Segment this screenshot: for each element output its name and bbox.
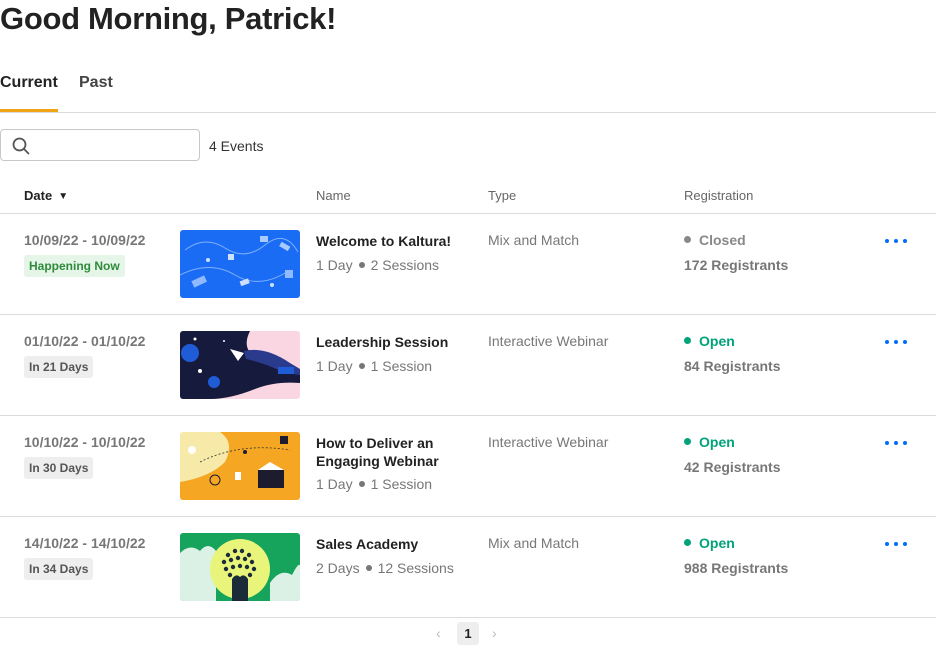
- registration-status-label: Open: [699, 434, 735, 450]
- event-meta: 2 Days 12 Sessions: [316, 560, 454, 576]
- search-box[interactable]: [0, 129, 200, 161]
- registrant-count: 988 Registrants: [684, 560, 789, 576]
- event-name[interactable]: Leadership Session: [316, 333, 476, 351]
- status-dot-icon: [684, 438, 691, 445]
- event-type: Mix and Match: [488, 535, 580, 551]
- event-thumbnail[interactable]: [180, 331, 300, 399]
- page-number-button[interactable]: 1: [457, 622, 479, 645]
- event-duration: 1 Day: [316, 358, 353, 374]
- page-title: Good Morning, Patrick!: [0, 1, 337, 36]
- status-dot-icon: [684, 236, 691, 243]
- search-input[interactable]: [37, 134, 192, 156]
- column-header-date-label: Date: [24, 188, 53, 203]
- column-header-registration: Registration: [684, 188, 754, 203]
- bullet-separator: [358, 262, 365, 268]
- event-date-range: 01/10/22 - 01/10/22: [24, 333, 146, 349]
- status-badge: In 30 Days: [24, 457, 94, 479]
- status-dot-icon: [684, 539, 691, 546]
- chevron-down-icon: ▼: [58, 191, 69, 202]
- table-row[interactable]: 10/10/22 - 10/10/22 In 30 Days How to De…: [0, 416, 936, 517]
- chevron-left-icon[interactable]: ‹: [436, 625, 441, 641]
- table-row[interactable]: 10/09/22 - 10/09/22 Happening Now Welcom…: [0, 214, 936, 315]
- event-sessions: 1 Session: [370, 358, 433, 374]
- event-thumbnail[interactable]: [180, 533, 300, 601]
- status-badge: In 34 Days: [24, 558, 94, 580]
- event-thumbnail[interactable]: [180, 230, 300, 298]
- event-duration: 2 Days: [316, 560, 360, 576]
- registration-status-label: Open: [699, 535, 735, 551]
- event-sessions: 12 Sessions: [377, 560, 454, 576]
- event-name[interactable]: Sales Academy: [316, 535, 476, 553]
- event-sessions: 1 Session: [370, 476, 433, 492]
- column-header-type: Type: [488, 188, 517, 203]
- event-duration: 1 Day: [316, 257, 353, 273]
- status-badge: In 21 Days: [24, 356, 94, 378]
- registration-status: Open: [684, 535, 735, 551]
- status-dot-icon: [684, 337, 691, 344]
- event-date-range: 10/09/22 - 10/09/22: [24, 232, 146, 248]
- registrant-count: 84 Registrants: [684, 358, 781, 374]
- tab-current[interactable]: Current: [0, 72, 58, 112]
- event-name[interactable]: Welcome to Kaltura!: [316, 232, 476, 250]
- pagination: ‹ 1 ›: [0, 622, 936, 646]
- event-duration: 1 Day: [316, 476, 353, 492]
- more-options-icon[interactable]: [885, 234, 907, 248]
- event-type: Mix and Match: [488, 232, 580, 248]
- column-header-name: Name: [316, 188, 351, 203]
- event-type: Interactive Webinar: [488, 434, 609, 450]
- event-meta: 1 Day 2 Sessions: [316, 257, 439, 273]
- event-sessions: 2 Sessions: [370, 257, 440, 273]
- registration-status: Open: [684, 333, 735, 349]
- status-badge: Happening Now: [24, 255, 125, 277]
- bullet-separator: [358, 363, 365, 369]
- event-count: 4 Events: [209, 138, 264, 154]
- registration-status: Closed: [684, 232, 746, 248]
- search-icon: [12, 137, 30, 155]
- event-type: Interactive Webinar: [488, 333, 609, 349]
- bullet-separator: [365, 565, 372, 571]
- more-options-icon[interactable]: [885, 436, 907, 450]
- bullet-separator: [358, 481, 365, 487]
- table-row[interactable]: 01/10/22 - 01/10/22 In 21 Days Leadershi…: [0, 315, 936, 416]
- tab-past[interactable]: Past: [79, 72, 113, 109]
- event-date-range: 10/10/22 - 10/10/22: [24, 434, 146, 450]
- event-date-range: 14/10/22 - 14/10/22: [24, 535, 146, 551]
- registration-status-label: Open: [699, 333, 735, 349]
- chevron-right-icon[interactable]: ›: [492, 625, 497, 641]
- event-meta: 1 Day 1 Session: [316, 476, 432, 492]
- table-row[interactable]: 14/10/22 - 14/10/22 In 34 Days Sales Aca…: [0, 517, 936, 618]
- registrant-count: 172 Registrants: [684, 257, 789, 273]
- column-header-date[interactable]: Date ▼: [24, 188, 68, 203]
- more-options-icon[interactable]: [885, 537, 907, 551]
- more-options-icon[interactable]: [885, 335, 907, 349]
- event-name[interactable]: How to Deliver an Engaging Webinar: [316, 434, 476, 470]
- event-thumbnail[interactable]: [180, 432, 300, 500]
- registration-status-label: Closed: [699, 232, 746, 248]
- registrant-count: 42 Registrants: [684, 459, 781, 475]
- tab-bar: Current Past: [0, 72, 936, 113]
- event-meta: 1 Day 1 Session: [316, 358, 432, 374]
- registration-status: Open: [684, 434, 735, 450]
